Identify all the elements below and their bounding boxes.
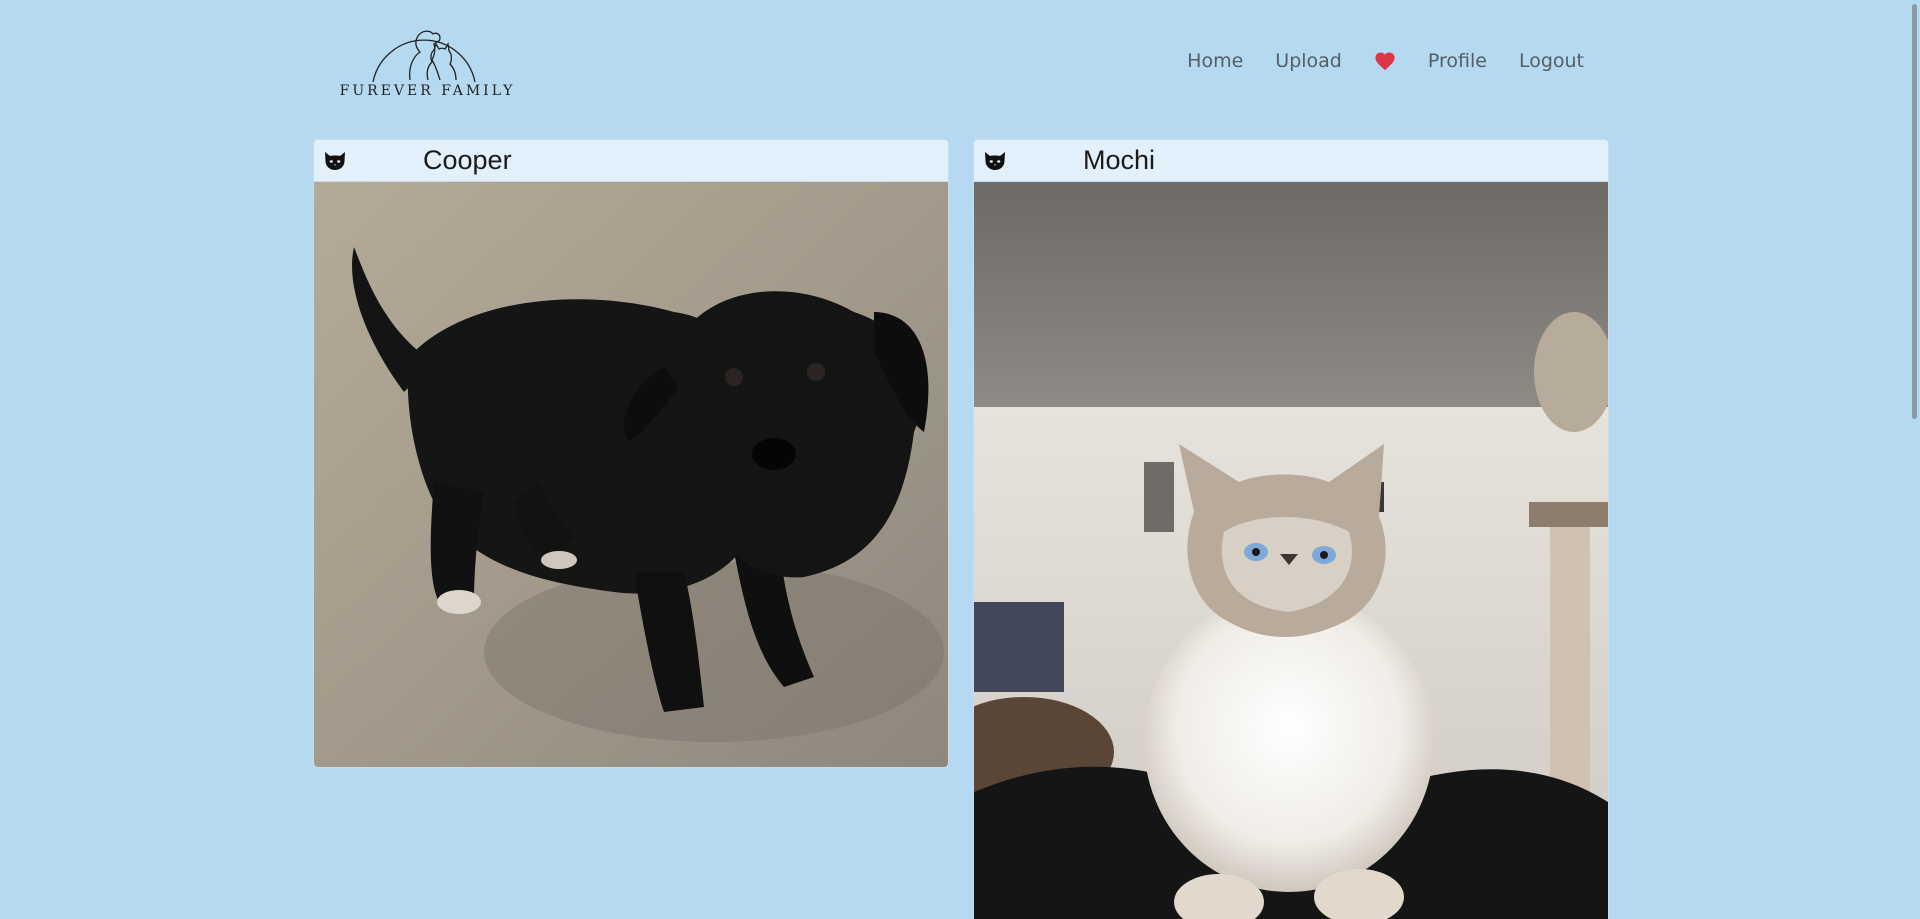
nav-favorites-link[interactable] (1374, 51, 1396, 71)
pet-card-header: Mochi (974, 140, 1608, 182)
dog-cat-logo-icon (372, 30, 476, 83)
pet-card[interactable]: Cooper (313, 139, 949, 768)
heart-icon (1375, 52, 1395, 71)
nav-upload-link[interactable]: Upload (1275, 50, 1342, 72)
black-dog-photo[interactable] (314, 182, 948, 767)
nav-logout-link[interactable]: Logout (1519, 50, 1584, 72)
cat-icon (325, 151, 345, 170)
main-nav: Home Upload Profile Logout (1187, 50, 1584, 72)
cat-icon (985, 151, 1005, 170)
page-scrollbar[interactable] (1909, 0, 1920, 919)
pet-card[interactable]: Mochi (973, 139, 1609, 919)
scrollbar-thumb[interactable] (1912, 4, 1917, 419)
brand-name: FUREVER FAMILY (339, 83, 516, 99)
nav-home-link[interactable]: Home (1187, 50, 1243, 72)
page: FUREVER FAMILY Home Upload Profile Logou… (0, 0, 1920, 919)
ragdoll-cat-photo[interactable] (974, 182, 1608, 919)
pet-name: Mochi (1083, 145, 1156, 175)
pet-card-header: Cooper (314, 140, 948, 182)
pet-name: Cooper (423, 145, 512, 175)
brand-logo[interactable]: FUREVER FAMILY (330, 12, 525, 102)
nav-profile-link[interactable]: Profile (1428, 50, 1487, 72)
